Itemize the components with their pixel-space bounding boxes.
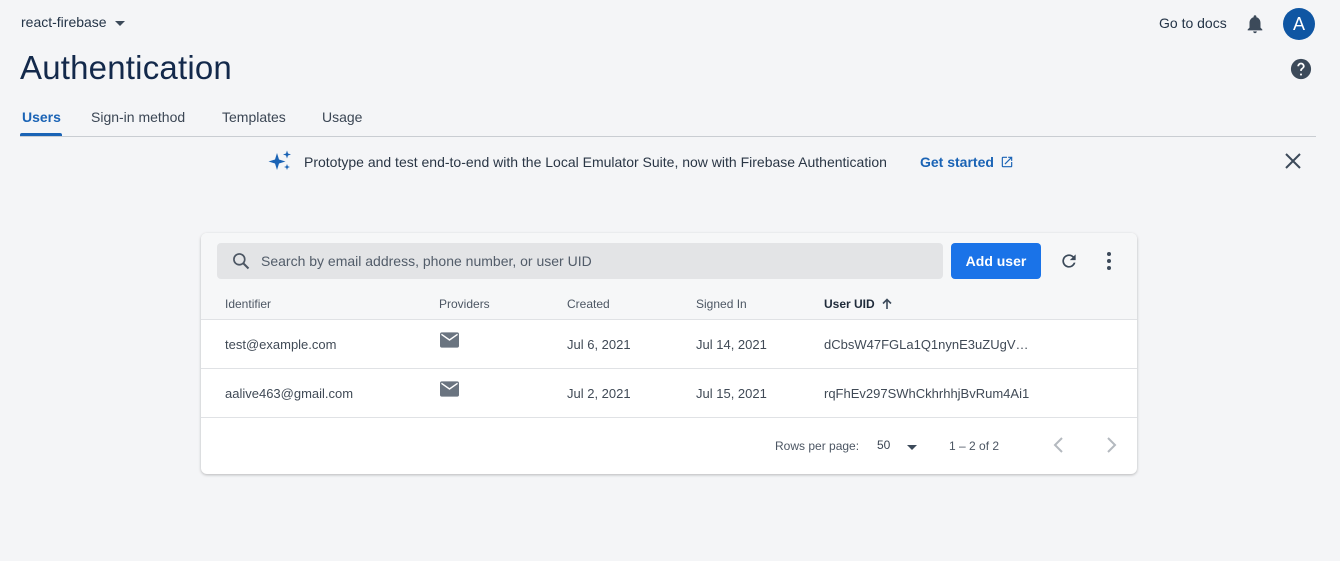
table-toolbar: Add user Identifier Providers Created Si… [201, 233, 1137, 320]
chevron-down-icon [114, 20, 125, 26]
add-user-button[interactable]: Add user [951, 243, 1041, 279]
cell-identifier: aalive463@gmail.com [225, 386, 354, 401]
tab-users[interactable]: Users [22, 109, 61, 125]
active-tab-indicator [20, 133, 62, 136]
users-table-card: Add user Identifier Providers Created Si… [201, 233, 1137, 474]
project-name: react-firebase [21, 14, 107, 30]
search-icon [233, 253, 250, 270]
refresh-icon[interactable] [1059, 251, 1079, 271]
pagination-range: 1 – 2 of 2 [949, 439, 1000, 453]
table-row[interactable]: test@example.com Jul 6, 2021 Jul 14, 202… [201, 320, 1137, 369]
more-vert-icon[interactable] [1099, 250, 1119, 272]
cell-user-uid: rqFhEv297SWhCkhrhhjBvRum4Ai1 [824, 386, 1030, 401]
chevron-left-icon[interactable] [1051, 436, 1067, 454]
rows-per-page-select[interactable]: 50 [877, 433, 923, 457]
help-icon[interactable] [1290, 58, 1312, 80]
close-icon[interactable] [1283, 151, 1303, 171]
chevron-right-icon[interactable] [1103, 436, 1119, 454]
tab-sign-in-method[interactable]: Sign-in method [91, 109, 185, 125]
cell-signed-in: Jul 15, 2021 [696, 386, 767, 401]
emulator-banner-text: Prototype and test end-to-end with the L… [304, 154, 887, 170]
external-link-icon [1001, 156, 1013, 168]
project-selector[interactable]: react-firebase [21, 14, 125, 30]
rows-per-page-value: 50 [877, 438, 891, 452]
tab-usage[interactable]: Usage [322, 109, 362, 125]
cell-created: Jul 6, 2021 [567, 337, 631, 352]
column-header-providers[interactable]: Providers [439, 297, 490, 311]
page-title: Authentication [20, 49, 232, 86]
rows-per-page-label: Rows per page: [775, 439, 860, 453]
cell-signed-in: Jul 14, 2021 [696, 337, 767, 352]
mail-icon [440, 381, 459, 397]
column-header-user-uid[interactable]: User UID [824, 297, 893, 311]
top-bar: react-firebase Go to docs A [0, 0, 1340, 46]
get-started-link[interactable]: Get started [920, 154, 1014, 170]
mail-icon [440, 332, 459, 348]
tab-templates[interactable]: Templates [222, 109, 286, 125]
get-started-label: Get started [920, 154, 994, 170]
column-header-user-uid-label: User UID [824, 297, 875, 311]
sparkle-icon [268, 150, 291, 170]
tab-bar: Users Sign-in method Templates Usage [20, 100, 1316, 137]
table-row[interactable]: aalive463@gmail.com Jul 2, 2021 Jul 15, … [201, 369, 1137, 418]
cell-identifier: test@example.com [225, 337, 337, 352]
chevron-down-icon [907, 445, 917, 450]
go-to-docs-link[interactable]: Go to docs [1159, 15, 1227, 31]
arrow-up-icon [882, 298, 892, 309]
column-header-identifier[interactable]: Identifier [225, 297, 271, 311]
bell-icon[interactable] [1244, 13, 1266, 35]
cell-created: Jul 2, 2021 [567, 386, 631, 401]
column-header-signed-in[interactable]: Signed In [696, 297, 747, 311]
search-input[interactable] [261, 243, 931, 279]
avatar[interactable]: A [1283, 8, 1315, 40]
column-header-created[interactable]: Created [567, 297, 610, 311]
cell-user-uid: dCbsW47FGLa1Q1nynE3uZUgVZZ… [824, 337, 1036, 352]
search-box [217, 243, 943, 279]
